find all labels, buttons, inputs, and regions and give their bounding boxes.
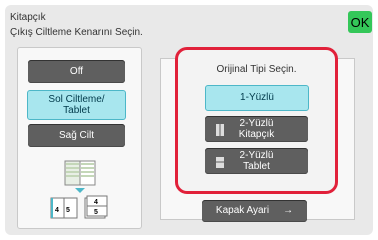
off-button[interactable]: Off <box>28 60 125 83</box>
one-sided-button[interactable]: 1-Yüzlü <box>205 85 309 111</box>
cover-settings-button[interactable]: Kapak Ayari → <box>202 200 307 222</box>
two-sided-tablet-button[interactable]: 2-Yüzlü Tablet <box>205 148 308 174</box>
cover-settings-label: Kapak Ayari <box>215 205 270 217</box>
two-sided-tablet-line2: Tablet <box>243 161 270 172</box>
right-binding-button[interactable]: Sağ Cilt <box>28 124 125 147</box>
dialog-title: Kitapçık <box>10 12 46 23</box>
svg-text:4: 4 <box>94 199 98 206</box>
book-icon <box>216 124 224 136</box>
left-binding-label-line1: Sol Ciltleme/ <box>48 93 105 105</box>
tablet-icon <box>216 157 224 168</box>
dialog-subtitle: Çıkış Ciltleme Kenarını Seçin. <box>10 27 143 38</box>
booklet-preview-icon: 4 5 4 5 <box>50 160 108 219</box>
arrow-right-icon: → <box>283 205 294 217</box>
ok-button[interactable]: OK <box>348 11 372 33</box>
two-sided-booklet-line1: 2-Yüzlü <box>239 117 274 129</box>
svg-text:4: 4 <box>55 207 59 214</box>
two-sided-booklet-button[interactable]: 2-Yüzlü Kitapçık <box>205 116 308 142</box>
left-binding-label-line2: Tablet <box>63 105 90 116</box>
two-sided-booklet-line2: Kitapçık <box>238 129 275 140</box>
svg-text:5: 5 <box>94 209 98 216</box>
two-sided-tablet-line1: 2-Yüzlü <box>239 149 274 161</box>
original-type-prompt: Orijinal Tipi Seçin. <box>216 64 297 75</box>
left-binding-button[interactable]: Sol Ciltleme/ Tablet <box>27 90 126 120</box>
svg-text:5: 5 <box>66 207 70 214</box>
